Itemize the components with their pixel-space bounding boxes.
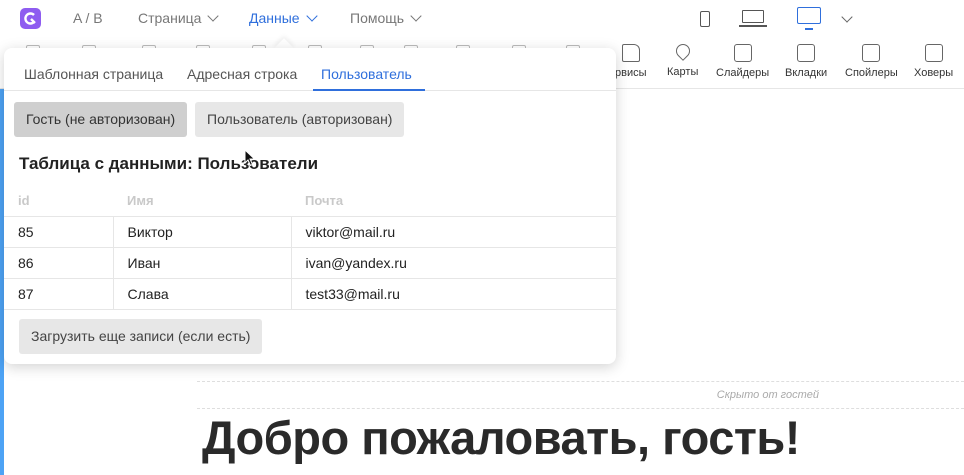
column-header-id: id — [4, 186, 113, 217]
cell-email: viktor@mail.ru — [290, 216, 616, 248]
column-header-name: Имя — [113, 186, 291, 217]
table-row: 85 Виктор viktor@mail.ru — [4, 216, 616, 248]
toolbar-item-sliders[interactable]: Слайдеры — [716, 44, 769, 79]
cell-email: ivan@yandex.ru — [290, 247, 616, 279]
table-row: 87 Слава test33@mail.ru — [4, 278, 616, 310]
map-pin-icon — [672, 41, 693, 61]
hidden-block-outline[interactable] — [197, 381, 964, 409]
chevron-down-icon — [305, 10, 318, 22]
cell-name: Виктор — [112, 216, 291, 248]
nav-data-label: Данные — [249, 10, 300, 26]
active-tab-indicator — [313, 89, 425, 91]
toolbar-item-services[interactable]: рвисы — [615, 44, 647, 79]
desktop-icon[interactable] — [797, 7, 821, 30]
laptop-icon[interactable] — [739, 10, 767, 27]
popover-tabs: Шаблонная страница Адресная строка Польз… — [4, 48, 616, 91]
nav-page-label: Страница — [138, 10, 202, 26]
chevron-down-icon — [207, 10, 220, 22]
toolbar-item-label: рвисы — [615, 67, 647, 79]
like-icon — [621, 44, 640, 62]
cell-name: Иван — [112, 247, 291, 279]
hover-icon — [924, 44, 943, 62]
toolbar-item-maps[interactable]: Карты — [667, 41, 699, 78]
users-table: id Имя Почта 85 Виктор viktor@mail.ru 86… — [4, 186, 616, 310]
tab-address-bar[interactable]: Адресная строка — [187, 66, 297, 82]
chevron-down-icon[interactable] — [841, 11, 853, 23]
ab-test-label: A / B — [73, 10, 103, 26]
data-popover: Шаблонная страница Адресная строка Польз… — [4, 48, 616, 364]
toolbar-item-label: Вкладки — [785, 67, 828, 79]
table-row: 86 Иван ivan@yandex.ru — [4, 247, 616, 279]
tabs-icon — [797, 44, 816, 62]
toolbar-item-spoilers[interactable]: Спойлеры — [845, 44, 898, 79]
table-title: Таблица с данными: Пользователи — [19, 154, 319, 173]
cell-id: 87 — [4, 278, 113, 310]
nav-help-label: Помощь — [350, 10, 405, 26]
toolbar-item-label: Карты — [667, 66, 699, 78]
top-bar: A / B Страница Данные Помощь — [0, 0, 964, 37]
cell-email: test33@mail.ru — [290, 278, 616, 310]
nav-data-menu[interactable]: Данные — [249, 10, 318, 26]
toolbar-item-tabs[interactable]: Вкладки — [785, 44, 827, 79]
spoiler-icon — [862, 44, 881, 62]
column-header-email: Почта — [291, 186, 616, 217]
mouse-cursor-icon — [244, 149, 256, 167]
table-header-row: id Имя Почта — [4, 186, 616, 217]
toolbar-item-label: Спойлеры — [845, 67, 898, 79]
guest-mode-button[interactable]: Гость (не авторизован) — [14, 102, 188, 137]
tab-user[interactable]: Пользователь — [321, 66, 412, 82]
cell-name: Слава — [112, 278, 291, 310]
hidden-from-guests-note: Скрыто от гостей — [716, 389, 819, 401]
chevron-down-icon — [410, 10, 422, 22]
tab-template-page[interactable]: Шаблонная страница — [24, 66, 163, 82]
cell-id: 86 — [4, 247, 113, 279]
nav-page-menu[interactable]: Страница — [138, 10, 220, 26]
toolbar-item-label: Слайдеры — [716, 67, 770, 79]
phone-icon[interactable] — [700, 11, 710, 27]
app-logo-icon[interactable] — [20, 8, 41, 29]
welcome-heading[interactable]: Добро пожаловать, гость! — [202, 410, 800, 465]
toolbar-item-label: Ховеры — [914, 67, 954, 79]
load-more-button[interactable]: Загрузить еще записи (если есть) — [19, 319, 263, 354]
nav-help-menu[interactable]: Помощь — [350, 10, 422, 26]
ab-test-button[interactable]: A / B — [73, 10, 103, 26]
cell-id: 85 — [4, 216, 113, 248]
toolbar-item-hovers[interactable]: Ховеры — [914, 44, 953, 79]
user-mode-button[interactable]: Пользователь (авторизован) — [195, 102, 405, 137]
slider-icon — [733, 44, 752, 62]
